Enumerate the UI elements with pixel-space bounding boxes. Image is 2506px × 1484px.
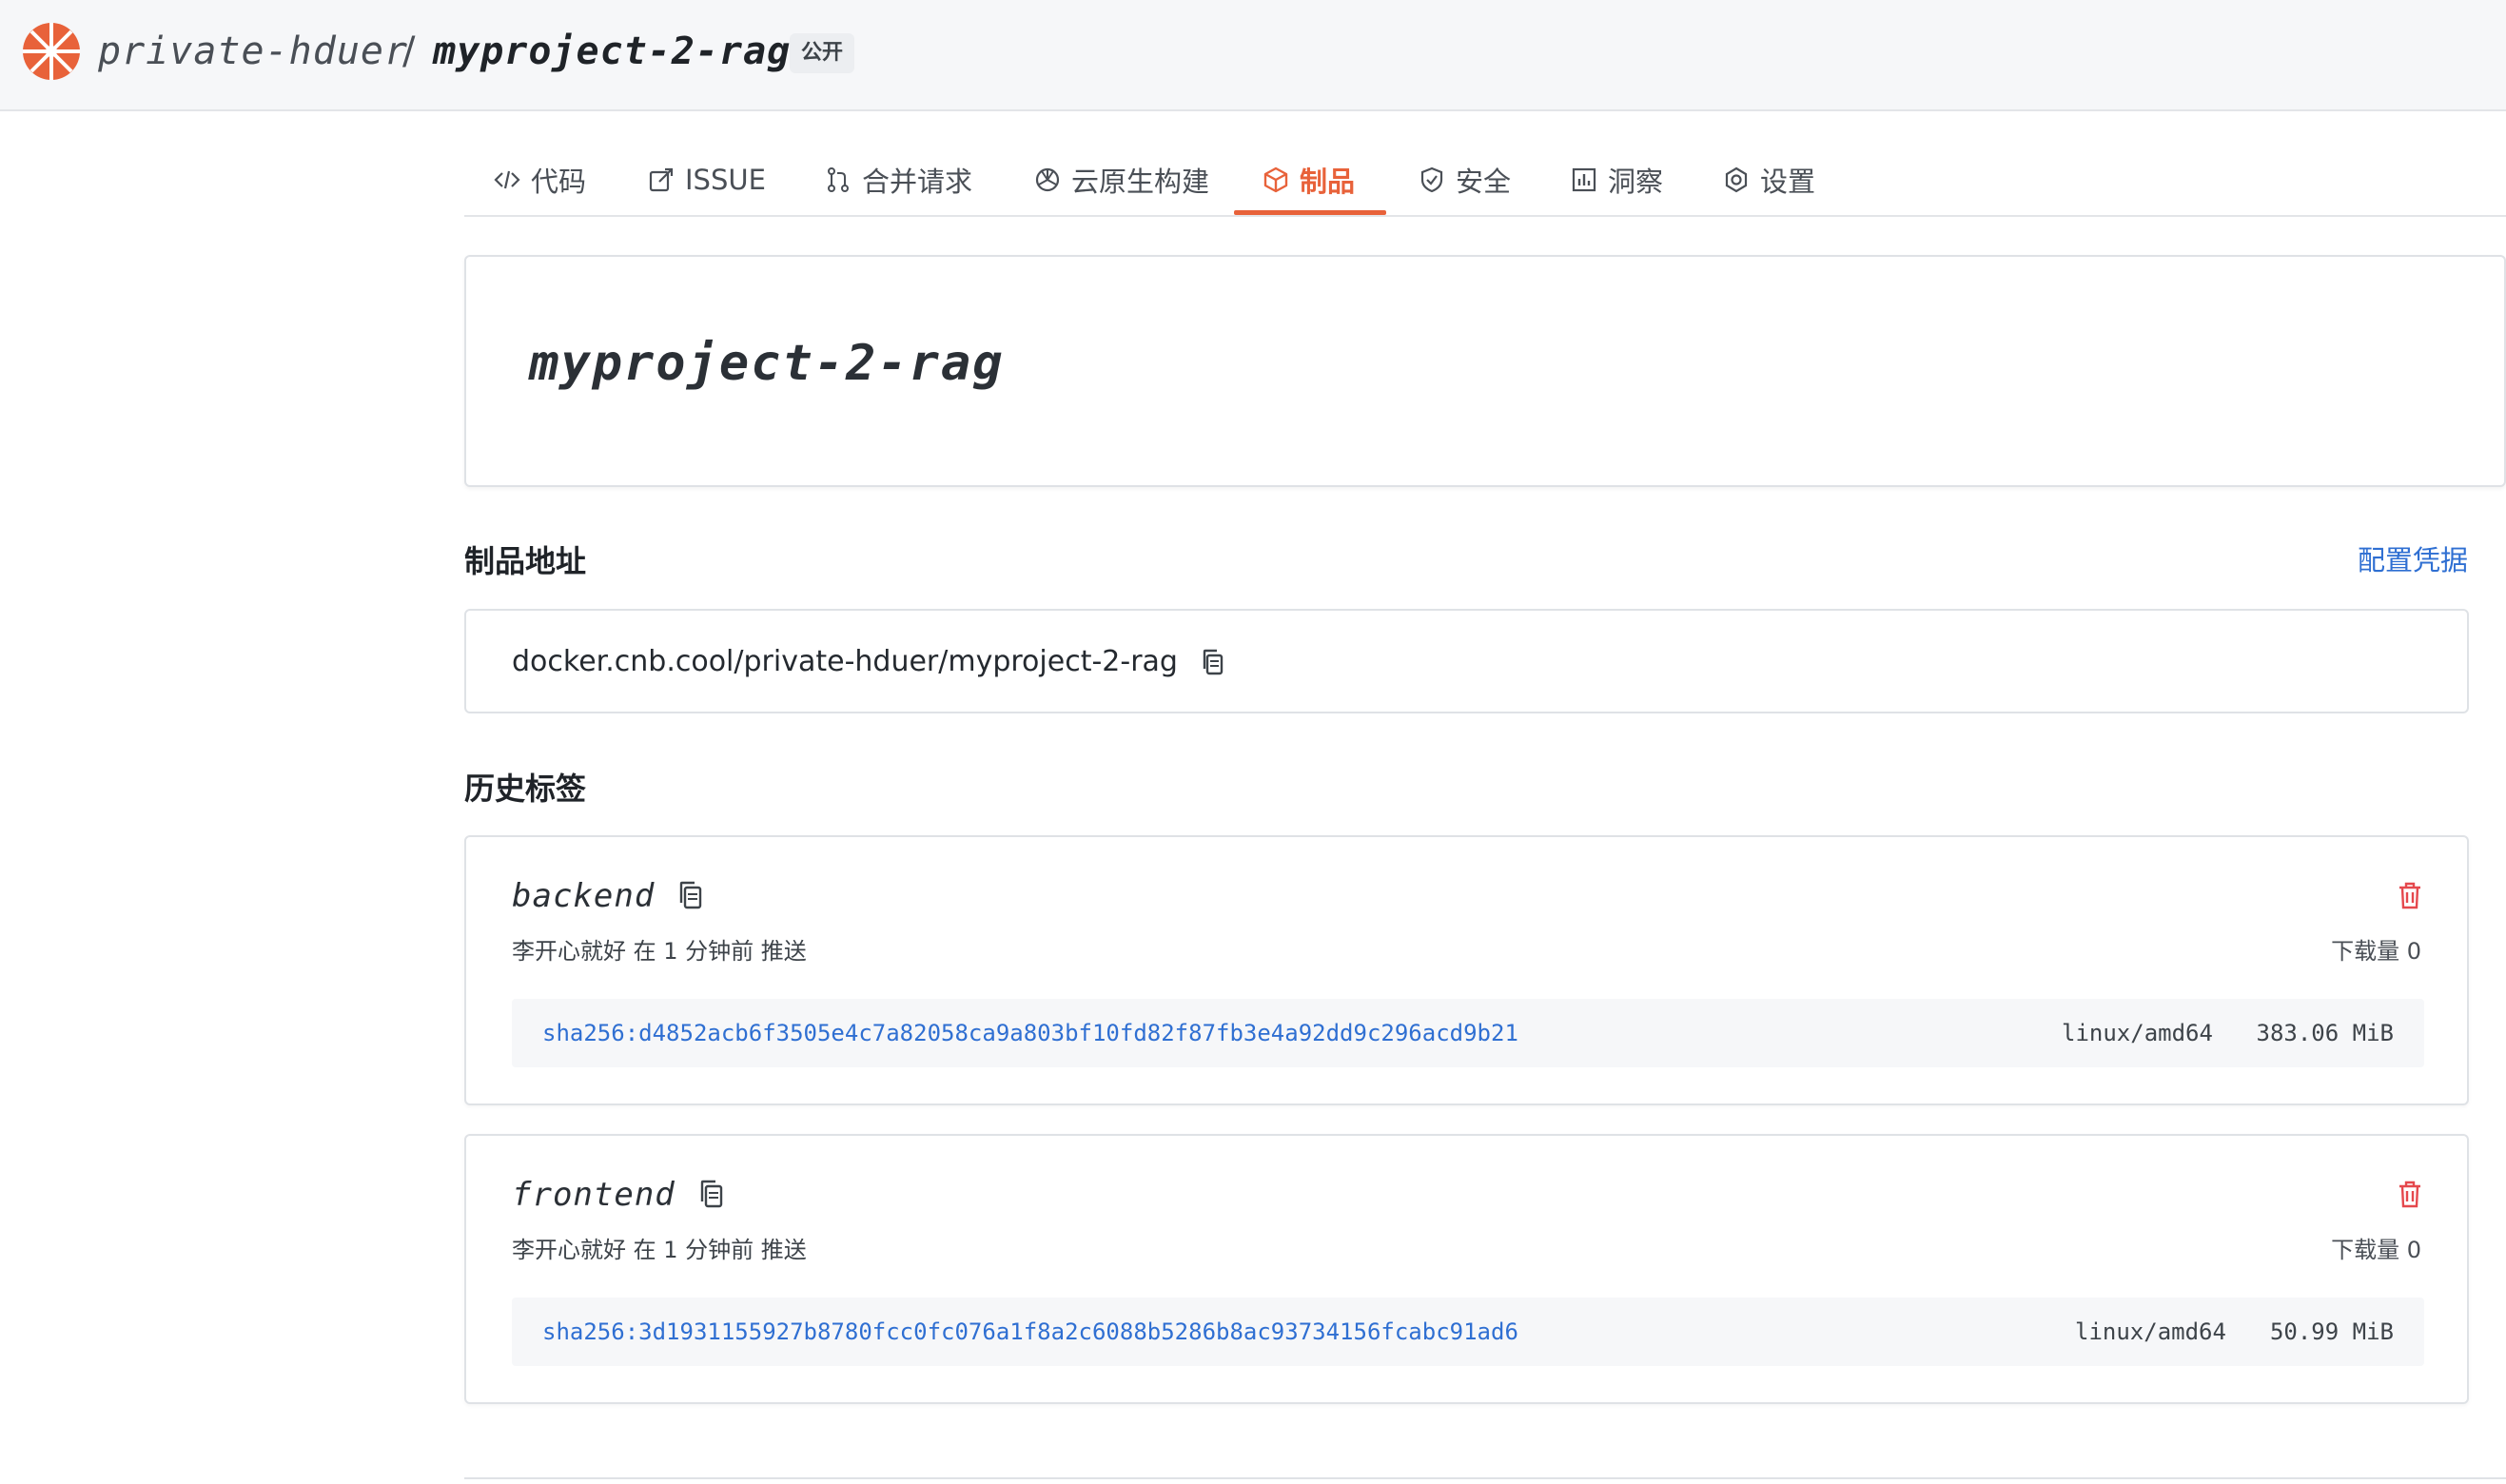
logo-icon[interactable] [21, 21, 82, 82]
delete-icon[interactable] [2394, 1178, 2426, 1210]
artifact-address-card: docker.cnb.cool/private-hduer/myproject-… [464, 609, 2469, 713]
tab-packages[interactable]: 制品 [1262, 143, 1355, 217]
tag-name: frontend [512, 1176, 675, 1214]
tab-merge-requests[interactable]: 合并请求 [824, 143, 972, 217]
tab-cloud-build[interactable]: 云原生构建 [1033, 143, 1209, 217]
digest-link[interactable]: sha256:3d1931155927b8780fcc0fc076a1f8a2c… [542, 1318, 1518, 1345]
breadcrumb-owner[interactable]: private-hduer [98, 27, 408, 76]
issue-icon [649, 167, 674, 192]
tab-insights[interactable]: 洞察 [1570, 143, 1663, 217]
tab-settings[interactable]: 设置 [1722, 143, 1815, 217]
download-count: 下载量 0 [2331, 938, 2421, 965]
merge-request-icon [828, 167, 849, 192]
artifact-address-heading: 制品地址 [464, 543, 587, 579]
package-icon [1263, 166, 1288, 193]
code-icon [494, 170, 520, 189]
tab-label: 设置 [1760, 166, 1816, 198]
package-title: myproject-2-rag [529, 335, 1005, 392]
digest-row: sha256:d4852acb6f3505e4c7a82058ca9a803bf… [512, 999, 2424, 1067]
platform: linux/amd64 [2075, 1318, 2226, 1345]
delete-icon[interactable] [2394, 879, 2426, 911]
active-tab-indicator [1234, 210, 1386, 215]
image-size: 50.99 MiB [2269, 1318, 2394, 1345]
divider [464, 1477, 2506, 1479]
package-title-card: myproject-2-rag [464, 255, 2506, 487]
tab-label: 合并请求 [862, 166, 973, 198]
tab-label: 制品 [1300, 166, 1356, 198]
tab-security[interactable]: 安全 [1418, 143, 1511, 217]
tab-issue[interactable]: ISSUE [647, 143, 766, 217]
tag-push-info: 李开心就好 在 1 分钟前 推送 [512, 1237, 807, 1263]
digest-link[interactable]: sha256:d4852acb6f3505e4c7a82058ca9a803bf… [542, 1020, 1518, 1046]
configure-credentials-link[interactable]: 配置凭据 [2358, 538, 2468, 578]
breadcrumb-repo[interactable]: myproject-2-rag [433, 27, 791, 76]
tab-code[interactable]: 代码 [493, 143, 586, 217]
copy-icon[interactable] [696, 1178, 729, 1210]
tab-label: 安全 [1456, 166, 1512, 198]
breadcrumb-separator: / [402, 29, 416, 73]
repo-tabs: 代码 ISSUE 合并请求 云原生构建 制品 安全 洞察 设置 [464, 143, 2506, 217]
platform: linux/amd64 [2062, 1020, 2213, 1046]
image-size: 383.06 MiB [2256, 1020, 2395, 1046]
visibility-badge: 公开 [790, 33, 855, 73]
history-tags-heading: 历史标签 [464, 771, 587, 807]
copy-icon[interactable] [1199, 647, 1229, 677]
tag-card-frontend: frontend 李开心就好 在 1 分钟前 推送 下载量 0 sha256:3… [464, 1134, 2469, 1404]
tag-card-backend: backend 李开心就好 在 1 分钟前 推送 下载量 0 sha256:d4… [464, 835, 2469, 1105]
tab-label: 云原生构建 [1071, 166, 1210, 198]
tag-push-info: 李开心就好 在 1 分钟前 推送 [512, 938, 807, 965]
shield-icon [1420, 166, 1443, 193]
copy-icon[interactable] [675, 879, 708, 911]
download-count: 下载量 0 [2331, 1237, 2421, 1263]
artifact-address: docker.cnb.cool/private-hduer/myproject-… [512, 645, 1178, 678]
chart-icon [1572, 167, 1596, 192]
tag-name: backend [512, 877, 656, 915]
tab-label: ISSUE [685, 164, 766, 196]
digest-row: sha256:3d1931155927b8780fcc0fc076a1f8a2c… [512, 1298, 2424, 1366]
settings-icon [1725, 166, 1748, 193]
top-header: private-hduer / myproject-2-rag 公开 [0, 0, 2506, 111]
tab-label: 洞察 [1608, 166, 1664, 198]
build-icon [1035, 167, 1060, 192]
tab-label: 代码 [531, 166, 587, 198]
